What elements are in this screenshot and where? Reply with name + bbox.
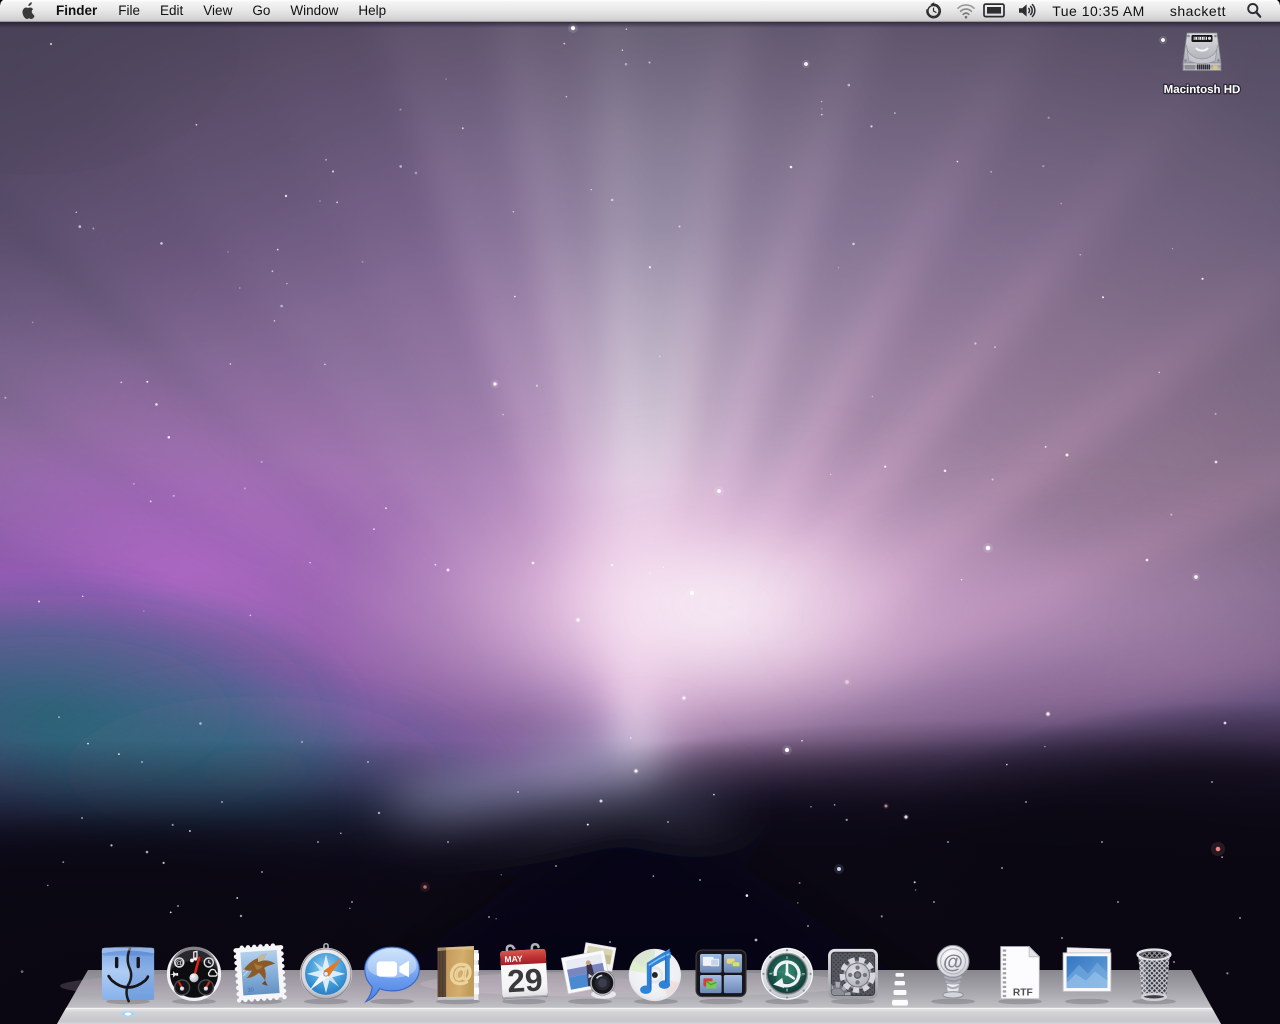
svg-text:29: 29: [506, 961, 543, 999]
svg-text:@: @: [175, 958, 184, 968]
svg-text:30: 30: [247, 1010, 254, 1016]
svg-text:RTF: RTF: [1013, 987, 1033, 998]
svg-text:@: @: [449, 960, 473, 987]
svg-text:@: @: [449, 1017, 473, 1024]
svg-text:RTF: RTF: [1013, 1006, 1033, 1017]
svg-text:Macintosh HD: Macintosh HD: [1164, 84, 1241, 96]
svg-text:@: @: [943, 952, 963, 974]
svg-text:30: 30: [247, 987, 254, 993]
